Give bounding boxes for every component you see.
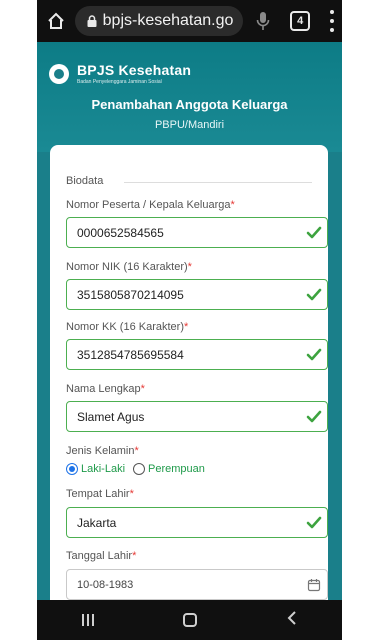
logo-title: BPJS Kesehatan: [77, 62, 192, 78]
field-label-tanggal-lahir: Tanggal Lahir*: [66, 550, 137, 562]
nav-home-icon[interactable]: [183, 613, 198, 627]
left-margin: [0, 0, 37, 640]
bpjs-logo-icon: [49, 63, 69, 84]
radio-laki-laki[interactable]: [66, 463, 78, 475]
back-icon[interactable]: [287, 610, 297, 630]
nik-value: 3515805870214095: [77, 287, 184, 302]
logo-subtitle: Badan Penyelenggara Jaminan Sosial: [77, 79, 162, 85]
nik-field[interactable]: 3515805870214095: [66, 279, 328, 310]
nomor-peserta-value: 0000652584565: [77, 225, 164, 240]
kk-value: 3512854785695584: [77, 347, 184, 362]
nomor-peserta-field[interactable]: 0000652584565: [66, 217, 328, 248]
radio-label-perempuan[interactable]: Perempuan: [148, 463, 205, 475]
gender-radio-group: Laki-Laki Perempuan: [66, 463, 213, 475]
tabs-icon[interactable]: 4: [290, 11, 311, 31]
system-nav-bar: [37, 600, 342, 640]
menu-icon[interactable]: [328, 10, 336, 32]
lock-icon: [85, 14, 99, 28]
section-divider: [124, 182, 312, 183]
radio-label-laki-laki[interactable]: Laki-Laki: [81, 463, 125, 475]
nama-lengkap-field[interactable]: Slamet Agus: [66, 401, 328, 432]
phone-screen: bpjs-kesehatan.go.id 4 BPJS Kesehatan Ba…: [37, 0, 342, 640]
page-header: BPJS Kesehatan Badan Penyelenggara Jamin…: [37, 42, 342, 152]
check-icon: [301, 223, 327, 243]
section-label: Biodata: [66, 175, 104, 187]
browser-toolbar: bpjs-kesehatan.go.id 4: [37, 0, 342, 42]
tempat-lahir-field[interactable]: Jakarta: [66, 507, 328, 538]
address-bar[interactable]: bpjs-kesehatan.go.id: [74, 6, 243, 36]
url-text: bpjs-kesehatan.go.id: [102, 12, 233, 29]
bpjs-logo: BPJS Kesehatan Badan Penyelenggara Jamin…: [49, 62, 191, 85]
field-label-kk: Nomor KK (16 Karakter)*: [66, 321, 189, 333]
check-icon: [301, 345, 327, 365]
home-icon[interactable]: [43, 8, 69, 34]
tanggal-lahir-field[interactable]: 10-08-1983: [66, 569, 328, 600]
page-title: Penambahan Anggota Keluarga: [91, 97, 288, 112]
nama-lengkap-value: Slamet Agus: [77, 409, 145, 424]
kk-field[interactable]: 3512854785695584: [66, 339, 328, 370]
field-label-nik: Nomor NIK (16 Karakter)*: [66, 261, 192, 273]
check-icon: [301, 513, 327, 533]
field-label-nama: Nama Lengkap*: [66, 383, 145, 395]
tempat-lahir-value: Jakarta: [77, 515, 117, 530]
right-margin: [342, 0, 374, 640]
radio-perempuan[interactable]: [133, 463, 146, 475]
calendar-icon[interactable]: [301, 575, 327, 595]
page-subtitle: PBPU/Mandiri: [154, 119, 225, 131]
field-label-nomor-peserta: Nomor Peserta / Kepala Keluarga*: [66, 199, 235, 211]
check-icon: [301, 285, 327, 305]
mic-icon[interactable]: [253, 8, 275, 34]
form-card: Biodata Nomor Peserta / Kepala Keluarga*…: [50, 145, 328, 600]
tanggal-lahir-value: 10-08-1983: [77, 578, 134, 591]
field-label-tempat-lahir: Tempat Lahir*: [66, 488, 134, 500]
field-label-gender: Jenis Kelamin*: [66, 445, 139, 457]
check-icon: [301, 407, 327, 427]
recent-apps-icon[interactable]: [81, 614, 94, 626]
